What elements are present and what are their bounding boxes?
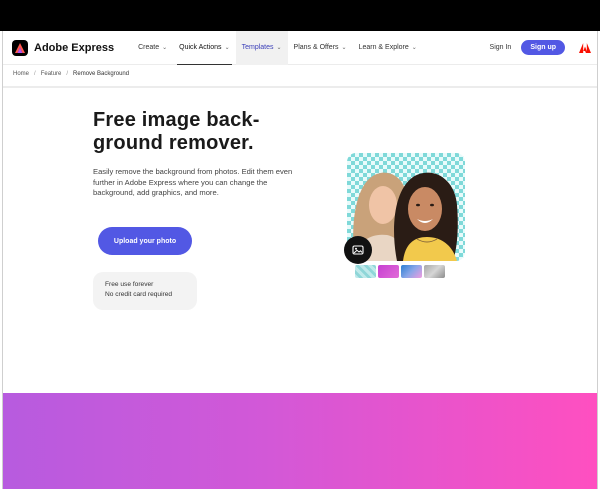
window-top-bar [0,0,600,31]
breadcrumb-separator: / [66,71,69,77]
breadcrumb-home[interactable]: Home [13,71,29,77]
chevron-down-icon: ⌄ [411,45,417,51]
breadcrumb-separator: / [34,71,36,77]
image-icon[interactable] [344,236,372,264]
adobe-logo-icon[interactable] [579,42,591,54]
brand-logo[interactable]: Adobe Express [12,39,115,56]
nav-item-label: Quick Actions [179,44,222,51]
breadcrumb: Home / Feature / Remove Background [13,71,129,77]
adobe-express-logo-icon [12,39,28,56]
pricing-note-line-1: Free use forever [105,281,154,288]
chevron-down-icon: ⌄ [224,45,230,51]
background-thumbnail-transparent[interactable] [355,265,376,278]
chevron-down-icon: ⌄ [162,45,168,51]
nav-item-quick-actions[interactable]: Quick Actions ⌄ [173,31,235,65]
upload-photo-button[interactable]: Upload your photo [98,227,192,255]
top-navigation: Adobe Express Create ⌄ Quick Actions ⌄ T… [3,31,597,65]
sign-in-link[interactable]: Sign In [490,44,512,51]
nav-item-learn-explore[interactable]: Learn & Explore ⌄ [353,31,423,65]
brand-name: Adobe Express [34,41,115,54]
page-frame: Adobe Express Create ⌄ Quick Actions ⌄ T… [2,31,598,489]
chevron-down-icon: ⌄ [276,45,282,51]
nav-item-label: Create [138,44,160,51]
nav-item-label: Learn & Explore [358,44,409,51]
hero-title: Free image back- ground remover. [93,109,323,155]
sign-up-button[interactable]: Sign up [521,40,565,55]
chevron-down-icon: ⌄ [341,45,347,51]
hero-subtitle: Easily remove the background from photos… [93,167,293,197]
nav-item-plans-offers[interactable]: Plans & Offers ⌄ [288,31,353,65]
breadcrumb-feature[interactable]: Feature [41,71,62,77]
nav-item-label: Templates [241,44,274,51]
pricing-note: Free use forever No credit card required [93,272,197,310]
main-menu: Create ⌄ Quick Actions ⌄ Templates ⌄ Pla… [132,31,423,65]
gradient-section [3,393,597,489]
section-divider [3,86,597,88]
picture-icon [352,245,364,255]
nav-item-create[interactable]: Create ⌄ [132,31,173,65]
pricing-note-line-2: No credit card required [105,291,173,298]
hero-title-line-1: Free image back- [93,109,260,131]
background-thumbnail-blue[interactable] [401,265,422,278]
nav-item-label: Plans & Offers [293,44,339,51]
nav-item-templates[interactable]: Templates ⌄ [235,31,288,65]
background-thumbnail-gray[interactable] [424,265,445,278]
background-options [355,265,447,278]
nav-actions: Sign In Sign up [490,40,591,55]
breadcrumb-current: Remove Background [73,71,130,77]
background-thumbnail-purple[interactable] [378,265,399,278]
hero-title-line-2: ground remover. [93,132,254,154]
